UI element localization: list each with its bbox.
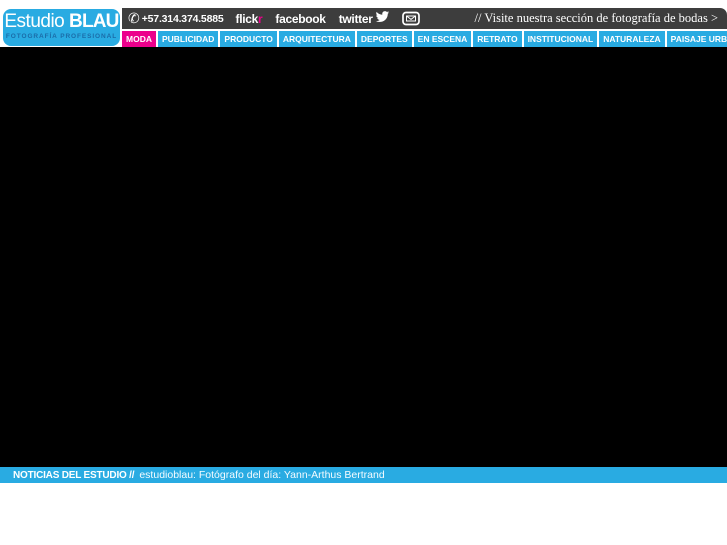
brand-name-light: Estudio bbox=[4, 11, 70, 32]
nav-item-paisaje-urbano[interactable]: PAISAJE URBANO bbox=[666, 31, 727, 47]
nav-item-publicidad[interactable]: PUBLICIDAD bbox=[157, 31, 219, 47]
flickr-link[interactable]: flickr bbox=[236, 12, 263, 26]
nav-item-retrato[interactable]: RETRATO bbox=[473, 31, 522, 47]
facebook-link[interactable]: facebook bbox=[275, 12, 326, 26]
nav-item-deportes[interactable]: DEPORTES bbox=[356, 31, 412, 47]
page: ✆ +57.314.374.5885 flickr facebook twitt… bbox=[0, 0, 727, 545]
main-nav: MODA PUBLICIDAD PRODUCTO ARQUITECTURA DE… bbox=[122, 31, 727, 47]
phone-contact: ✆ +57.314.374.5885 bbox=[128, 12, 224, 26]
twitter-link[interactable]: twitter bbox=[339, 10, 390, 28]
nav-item-institucional[interactable]: INSTITUCIONAL bbox=[523, 31, 598, 47]
flickr-logo-r: r bbox=[258, 11, 263, 26]
weddings-promo-link[interactable]: // Visite nuestra sección de fotografía … bbox=[475, 11, 719, 26]
brand-name: Estudio BLAU bbox=[3, 11, 120, 33]
nav-item-en-escena[interactable]: EN ESCENA bbox=[413, 31, 472, 47]
top-bar: ✆ +57.314.374.5885 flickr facebook twitt… bbox=[122, 8, 727, 29]
brand-tagline: FOTOGRAFÍA PROFESIONAL bbox=[5, 33, 118, 40]
phone-icon: ✆ bbox=[128, 10, 140, 27]
twitter-logo: twitter bbox=[338, 11, 373, 26]
flickr-logo: flick bbox=[235, 11, 259, 26]
social-links: flickr facebook twitter bbox=[236, 10, 390, 28]
news-label: NOTICIAS DEL ESTUDIO // bbox=[13, 469, 135, 481]
news-ticker-bar: NOTICIAS DEL ESTUDIO // estudioblau: Fot… bbox=[0, 467, 727, 483]
news-text: estudioblau: Fotógrafo del día: Yann-Art… bbox=[139, 469, 385, 481]
nav-item-producto[interactable]: PRODUCTO bbox=[220, 31, 277, 47]
phone-number: +57.314.374.5885 bbox=[141, 12, 224, 25]
twitter-bird-icon bbox=[375, 10, 390, 28]
mail-icon[interactable] bbox=[401, 11, 420, 26]
nav-item-arquitectura[interactable]: ARQUITECTURA bbox=[278, 31, 355, 47]
gallery-viewer[interactable] bbox=[0, 47, 727, 467]
bottom-whitespace bbox=[0, 483, 727, 545]
brand-logo[interactable]: Estudio BLAU FOTOGRAFÍA PROFESIONAL bbox=[3, 9, 120, 46]
nav-item-naturaleza[interactable]: NATURALEZA bbox=[599, 31, 665, 47]
brand-name-bold: BLAU bbox=[69, 11, 119, 32]
nav-item-moda[interactable]: MODA bbox=[122, 31, 156, 47]
